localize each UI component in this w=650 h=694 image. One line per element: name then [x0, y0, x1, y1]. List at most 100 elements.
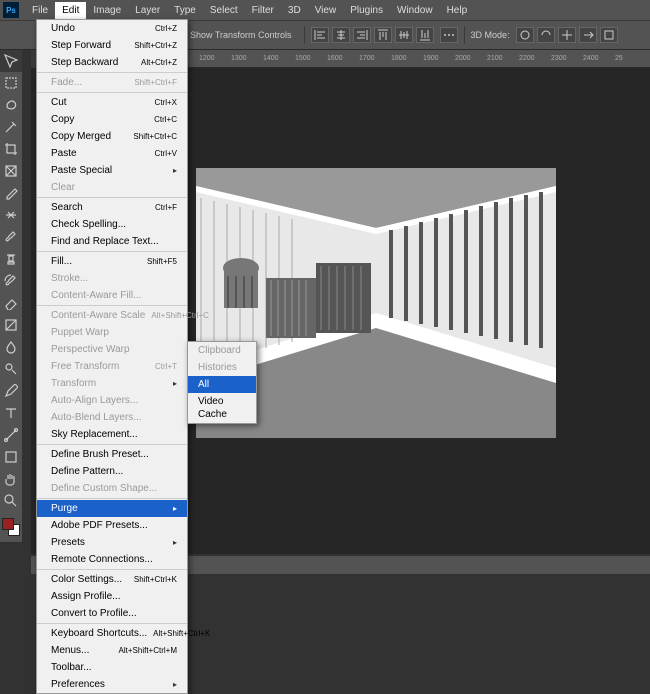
menu-help[interactable]: Help — [440, 2, 475, 19]
3d-pan-icon[interactable] — [558, 27, 576, 43]
menu-item-cut[interactable]: CutCtrl+X — [37, 94, 187, 111]
menu-item-toolbar[interactable]: Toolbar... — [37, 659, 187, 676]
menu-item-sky-replacement[interactable]: Sky Replacement... — [37, 426, 187, 443]
menu-item-puppet-warp: Puppet Warp — [37, 324, 187, 341]
purge-submenu: ClipboardHistoriesAllVideo Cache — [187, 341, 257, 424]
menu-plugins[interactable]: Plugins — [343, 2, 390, 19]
app-logo: Ps — [3, 2, 19, 18]
purge-video-cache[interactable]: Video Cache — [188, 393, 256, 423]
menu-layer[interactable]: Layer — [128, 2, 167, 19]
tool-brush[interactable] — [0, 226, 22, 248]
menu-select[interactable]: Select — [203, 2, 245, 19]
menu-file[interactable]: File — [25, 2, 55, 19]
ruler-tick: 1300 — [231, 55, 263, 67]
menu-item-preferences[interactable]: Preferences — [37, 676, 187, 693]
menu-item-step-forward[interactable]: Step ForwardShift+Ctrl+Z — [37, 37, 187, 54]
menu-item-define-brush-preset[interactable]: Define Brush Preset... — [37, 446, 187, 463]
menu-item-content-aware-fill: Content-Aware Fill... — [37, 287, 187, 304]
menu-item-adobe-pdf-presets[interactable]: Adobe PDF Presets... — [37, 517, 187, 534]
3d-roll-icon[interactable] — [537, 27, 555, 43]
foreground-swatch[interactable] — [2, 518, 14, 530]
tool-pen[interactable] — [0, 380, 22, 402]
menu-item-menus[interactable]: Menus...Alt+Shift+Ctrl+M — [37, 642, 187, 659]
tool-stamp[interactable] — [0, 248, 22, 270]
3d-zoom-icon[interactable] — [600, 27, 618, 43]
menu-item-undo[interactable]: UndoCtrl+Z — [37, 20, 187, 37]
tool-blur[interactable] — [0, 336, 22, 358]
menu-3d[interactable]: 3D — [281, 2, 308, 19]
menu-item-assign-profile[interactable]: Assign Profile... — [37, 588, 187, 605]
menu-filter[interactable]: Filter — [245, 2, 281, 19]
tool-eyedrop[interactable] — [0, 182, 22, 204]
menu-view[interactable]: View — [308, 2, 344, 19]
3d-orbit-icon[interactable] — [516, 27, 534, 43]
tool-path[interactable] — [0, 424, 22, 446]
align-top-icon[interactable] — [374, 27, 392, 43]
menu-item-define-custom-shape: Define Custom Shape... — [37, 480, 187, 497]
align-middle-icon[interactable] — [395, 27, 413, 43]
menu-item-search[interactable]: SearchCtrl+F — [37, 199, 187, 216]
menu-item-find-and-replace-text[interactable]: Find and Replace Text... — [37, 233, 187, 250]
ruler-tick: 1400 — [263, 55, 295, 67]
tool-hand[interactable] — [0, 468, 22, 490]
tool-wand[interactable] — [0, 116, 22, 138]
tool-type[interactable] — [0, 402, 22, 424]
tool-lasso[interactable] — [0, 94, 22, 116]
tool-crop[interactable] — [0, 138, 22, 160]
menu-item-transform: Transform — [37, 375, 187, 392]
ruler-tick: 2300 — [551, 55, 583, 67]
3d-mode-label: 3D Mode: — [471, 30, 510, 40]
tool-eraser[interactable] — [0, 292, 22, 314]
menu-item-copy-merged[interactable]: Copy MergedShift+Ctrl+C — [37, 128, 187, 145]
menu-item-convert-to-profile[interactable]: Convert to Profile... — [37, 605, 187, 622]
align-left-icon[interactable] — [311, 27, 329, 43]
purge-histories: Histories — [188, 359, 256, 376]
tool-move[interactable] — [0, 50, 22, 72]
3d-mode-buttons — [516, 27, 618, 43]
show-transform-label: Show Transform Controls — [190, 30, 292, 40]
align-bottom-icon[interactable] — [416, 27, 434, 43]
menu-item-presets[interactable]: Presets — [37, 534, 187, 551]
tool-shape[interactable] — [0, 446, 22, 468]
menu-item-auto-blend-layers: Auto-Blend Layers... — [37, 409, 187, 426]
menu-item-copy[interactable]: CopyCtrl+C — [37, 111, 187, 128]
menu-item-perspective-warp: Perspective Warp — [37, 341, 187, 358]
ruler-tick: 1700 — [359, 55, 391, 67]
purge-clipboard: Clipboard — [188, 342, 256, 359]
menu-item-auto-align-layers: Auto-Align Layers... — [37, 392, 187, 409]
menu-edit[interactable]: Edit — [55, 2, 86, 19]
menu-item-paste[interactable]: PasteCtrl+V — [37, 145, 187, 162]
menu-item-keyboard-shortcuts[interactable]: Keyboard Shortcuts...Alt+Shift+Ctrl+K — [37, 625, 187, 642]
menu-item-check-spelling[interactable]: Check Spelling... — [37, 216, 187, 233]
ruler-tick: 1600 — [327, 55, 359, 67]
menu-window[interactable]: Window — [390, 2, 440, 19]
tool-zoom[interactable] — [0, 490, 22, 512]
menu-item-remote-connections[interactable]: Remote Connections... — [37, 551, 187, 568]
align-right-icon[interactable] — [353, 27, 371, 43]
tool-marquee[interactable] — [0, 72, 22, 94]
tool-history[interactable] — [0, 270, 22, 292]
tool-gradient[interactable] — [0, 314, 22, 336]
align-buttons — [311, 27, 434, 43]
align-center-h-icon[interactable] — [332, 27, 350, 43]
menu-item-content-aware-scale: Content-Aware ScaleAlt+Shift+Ctrl+C — [37, 307, 187, 324]
tool-heal[interactable] — [0, 204, 22, 226]
tool-frame[interactable] — [0, 160, 22, 182]
more-options-icon[interactable] — [440, 27, 458, 43]
menu-type[interactable]: Type — [167, 2, 203, 19]
menu-item-paste-special[interactable]: Paste Special — [37, 162, 187, 179]
menu-item-step-backward[interactable]: Step BackwardAlt+Ctrl+Z — [37, 54, 187, 71]
ruler-tick: 2400 — [583, 55, 615, 67]
ruler-tick: 1900 — [423, 55, 455, 67]
3d-slide-icon[interactable] — [579, 27, 597, 43]
menu-item-free-transform: Free TransformCtrl+T — [37, 358, 187, 375]
menu-item-fill[interactable]: Fill...Shift+F5 — [37, 253, 187, 270]
menu-item-fade: Fade...Shift+Ctrl+F — [37, 74, 187, 91]
tool-dodge[interactable] — [0, 358, 22, 380]
color-swatches[interactable] — [0, 516, 22, 542]
menu-item-purge[interactable]: Purge — [37, 500, 187, 517]
edit-menu-dropdown: UndoCtrl+ZStep ForwardShift+Ctrl+ZStep B… — [36, 19, 188, 694]
menu-image[interactable]: Image — [86, 2, 128, 19]
purge-all[interactable]: All — [188, 376, 256, 393]
menu-item-define-pattern[interactable]: Define Pattern... — [37, 463, 187, 480]
